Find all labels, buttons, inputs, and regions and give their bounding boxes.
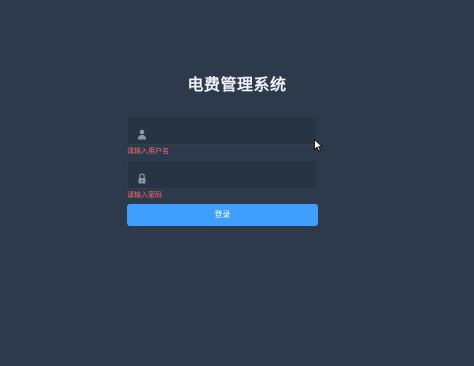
- password-input[interactable]: [152, 161, 312, 188]
- password-error: 请输入密码: [127, 191, 162, 199]
- lock-icon: [137, 169, 147, 184]
- username-field[interactable]: [127, 116, 317, 145]
- user-icon: [137, 125, 147, 140]
- login-page: 电费管理系统 请输入用户名 请输入密码 登录: [0, 0, 474, 366]
- password-field[interactable]: [127, 160, 317, 189]
- login-button[interactable]: 登录: [127, 204, 318, 226]
- page-title: 电费管理系统: [187, 75, 287, 94]
- username-error: 请输入用户名: [127, 147, 169, 155]
- mouse-cursor-icon: [314, 139, 323, 152]
- username-input[interactable]: [152, 117, 312, 144]
